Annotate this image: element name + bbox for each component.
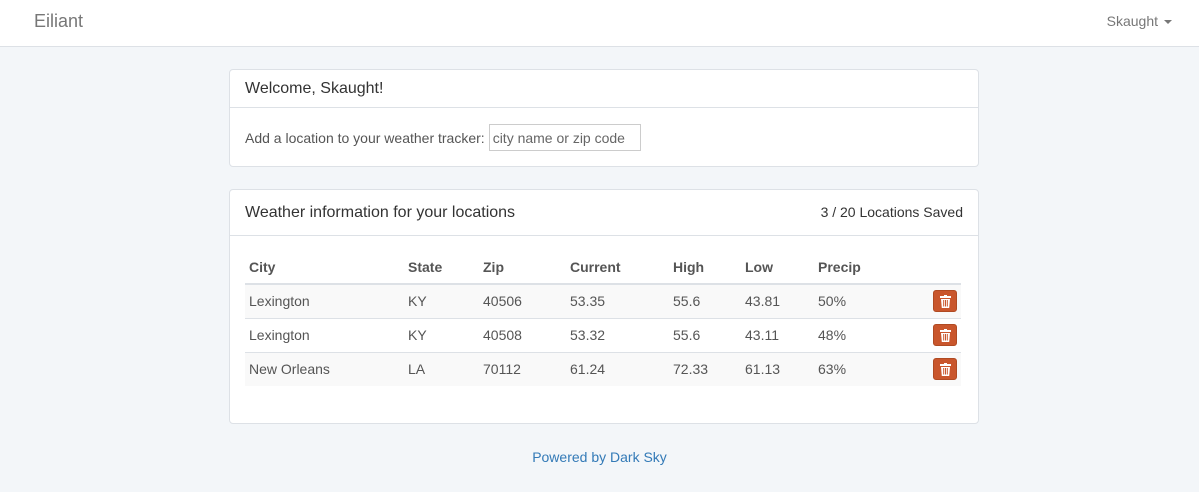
cell-precip: 50% (814, 283, 894, 318)
cell-current: 61.24 (566, 351, 669, 386)
location-input[interactable] (488, 124, 641, 151)
trash-icon (940, 295, 951, 309)
cell-zip: 40506 (479, 283, 566, 318)
weather-table: City State Zip Current High Low Precip L… (245, 236, 961, 386)
cell-high: 55.6 (669, 317, 741, 352)
delete-location-button[interactable] (933, 324, 957, 346)
caret-down-icon (1164, 20, 1172, 24)
cell-high: 55.6 (669, 283, 741, 318)
table-row: New Orleans LA 70112 61.24 72.33 61.13 6… (245, 351, 961, 386)
user-menu-dropdown[interactable]: Skaught (1107, 13, 1172, 29)
saved-count: 3 / 20 Locations Saved (820, 204, 963, 220)
column-header-precip: Precip (814, 236, 894, 285)
footer: Powered by Dark Sky (0, 449, 1199, 465)
weather-title: Weather information for your locations (245, 204, 516, 221)
cell-low: 43.11 (741, 317, 814, 352)
table-row: Lexington KY 40508 53.32 55.6 43.11 48% (245, 317, 961, 352)
delete-location-button[interactable] (933, 358, 957, 381)
add-location-row: Add a location to your weather tracker: (245, 124, 963, 151)
table-header-row: City State Zip Current High Low Precip (245, 236, 961, 285)
weather-heading: Weather information for your locations 3… (230, 190, 978, 236)
cell-state: KY (404, 283, 479, 318)
column-header-actions (894, 236, 961, 285)
weather-panel: Weather information for your locations 3… (229, 189, 979, 424)
column-header-high: High (669, 236, 741, 285)
trash-icon (940, 363, 951, 377)
welcome-heading: Welcome, Skaught! (230, 70, 978, 108)
user-name: Skaught (1106, 13, 1158, 29)
cell-state: KY (404, 317, 479, 352)
column-header-zip: Zip (479, 236, 566, 285)
delete-location-button[interactable] (933, 290, 957, 313)
dark-sky-link[interactable]: Powered by Dark Sky (532, 449, 667, 465)
table-row: Lexington KY 40506 53.35 55.6 43.81 50% (245, 283, 961, 318)
cell-low: 61.13 (741, 351, 814, 386)
cell-precip: 63% (814, 351, 894, 386)
brand-link[interactable]: Eiliant (34, 11, 83, 32)
cell-zip: 40508 (479, 317, 566, 352)
cell-state: LA (404, 351, 479, 386)
add-location-label: Add a location to your weather tracker: (245, 129, 485, 146)
cell-city: New Orleans (245, 351, 404, 386)
trash-icon (940, 329, 951, 342)
cell-low: 43.81 (741, 283, 814, 318)
column-header-city: City (245, 236, 404, 285)
cell-current: 53.35 (566, 283, 669, 318)
cell-zip: 70112 (479, 351, 566, 386)
cell-city: Lexington (245, 317, 404, 352)
navbar: Eiliant Skaught (0, 0, 1199, 47)
column-header-current: Current (566, 236, 669, 285)
cell-high: 72.33 (669, 351, 741, 386)
cell-precip: 48% (814, 317, 894, 352)
welcome-panel: Welcome, Skaught! Add a location to your… (229, 69, 979, 167)
column-header-low: Low (741, 236, 814, 285)
cell-city: Lexington (245, 283, 404, 318)
cell-current: 53.32 (566, 317, 669, 352)
column-header-state: State (404, 236, 479, 285)
